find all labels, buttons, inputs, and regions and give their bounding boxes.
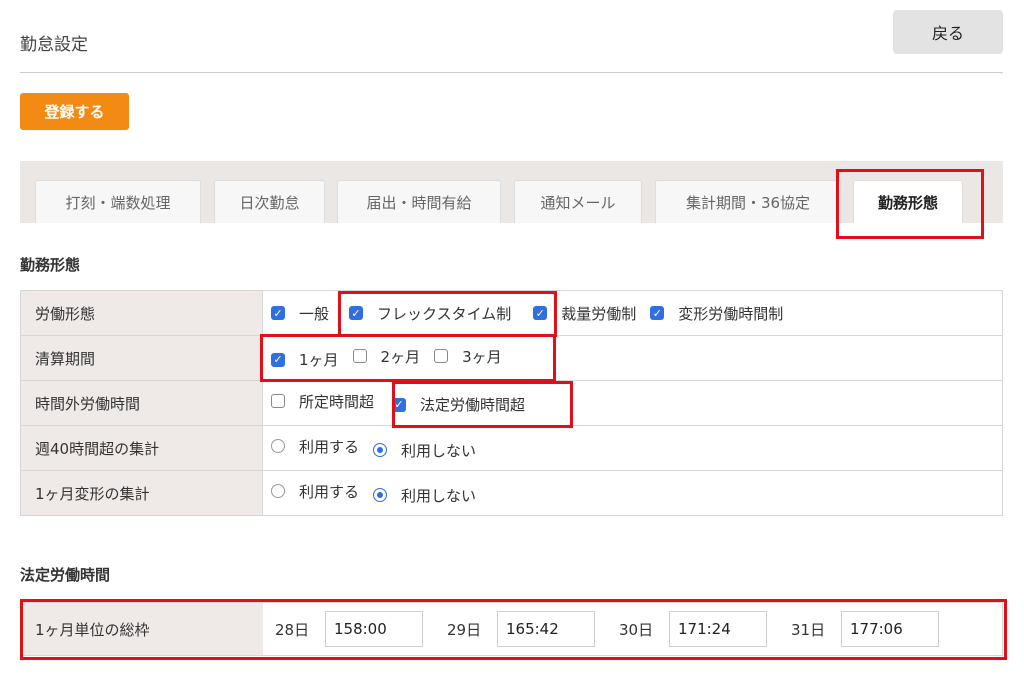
- section-title-work-style: 勤務形態: [20, 256, 81, 274]
- work-style-table: 労働形態 ✓ 一般 ✓ フレックスタイム制 ✓ 裁量労働制 ✓ 変形労働時間制 清算期間 ✓ 1…: [20, 290, 1003, 516]
- day-label: 30日: [619, 620, 654, 639]
- option-general[interactable]: ✓ 一般: [271, 303, 329, 324]
- divider: [20, 72, 1003, 73]
- row-values: 利用する 利用しない: [262, 470, 1003, 516]
- radio-selected-icon[interactable]: [373, 443, 388, 457]
- tab-requests-paid-leave[interactable]: 届出・時間有給: [337, 180, 501, 223]
- option-variable-hours[interactable]: ✓ 変形労働時間制: [650, 303, 783, 324]
- register-button[interactable]: 登録する: [20, 93, 129, 130]
- table-row: 週40時間超の集計 利用する 利用しない: [20, 425, 1003, 471]
- option-flextime[interactable]: ✓ フレックスタイム制: [349, 303, 511, 324]
- legal-hours-row: 1ヶ月単位の総枠 28日 29日 30日 31日: [20, 602, 1003, 656]
- checkbox-checked-icon[interactable]: ✓: [349, 306, 364, 320]
- tab-bar: 打刻・端数処理 日次勤怠 届出・時間有給 通知メール 集計期間・36協定 勤務形…: [20, 161, 1003, 223]
- tab-work-style[interactable]: 勤務形態: [853, 180, 963, 223]
- row-values: 所定時間超 ✓ 法定労働時間超: [262, 380, 1003, 426]
- option-label: 変形労働時間制: [678, 304, 784, 323]
- hours-input-30[interactable]: [669, 611, 767, 647]
- checkbox-checked-icon[interactable]: ✓: [271, 352, 285, 367]
- option-not-use[interactable]: 利用しない: [373, 440, 476, 461]
- checkbox-unchecked-icon[interactable]: [434, 349, 449, 364]
- row-values: ✓ 1ヶ月 2ヶ月 3ヶ月: [262, 335, 1003, 381]
- page-title: 勤怠設定: [20, 35, 88, 55]
- option-label: 利用する: [299, 482, 360, 501]
- option-label: 3ヶ月: [462, 347, 502, 366]
- row-label: 1ヶ月単位の総枠: [21, 603, 263, 655]
- hours-input-29[interactable]: [497, 611, 595, 647]
- hours-input-31[interactable]: [841, 611, 939, 647]
- checkbox-unchecked-icon[interactable]: [352, 349, 367, 364]
- option-label: 利用する: [299, 437, 360, 456]
- option-not-use[interactable]: 利用しない: [373, 485, 476, 506]
- row-values: 28日 29日 30日 31日: [263, 603, 1002, 655]
- row-label: 時間外労働時間: [20, 380, 263, 426]
- tab-punch-rounding[interactable]: 打刻・端数処理: [35, 180, 201, 223]
- day-label: 31日: [791, 620, 826, 639]
- row-values: ✓ 一般 ✓ フレックスタイム制 ✓ 裁量労働制 ✓ 変形労働時間制: [262, 290, 1003, 336]
- option-legal-hours[interactable]: ✓ 法定労働時間超: [392, 394, 525, 415]
- option-label: 法定労働時間超: [420, 396, 526, 415]
- option-label: 1ヶ月: [299, 351, 339, 370]
- checkbox-checked-icon[interactable]: ✓: [650, 306, 665, 320]
- table-row: 労働形態 ✓ 一般 ✓ フレックスタイム制 ✓ 裁量労働制 ✓ 変形労働時間制: [20, 290, 1003, 336]
- tab-daily-attendance[interactable]: 日次勤怠: [214, 180, 325, 223]
- option-use[interactable]: 利用する: [271, 436, 359, 457]
- checkbox-checked-icon[interactable]: ✓: [392, 397, 407, 412]
- radio-unselected-icon[interactable]: [271, 484, 285, 498]
- row-label: 労働形態: [20, 290, 263, 336]
- option-label: 利用しない: [401, 486, 477, 505]
- day-label: 29日: [447, 620, 482, 639]
- row-label: 清算期間: [20, 335, 263, 381]
- option-scheduled-hours[interactable]: 所定時間超: [271, 391, 374, 412]
- option-label: 裁量労働制: [561, 304, 637, 323]
- radio-selected-icon[interactable]: [373, 488, 388, 502]
- row-values: 利用する 利用しない: [262, 425, 1003, 471]
- back-button[interactable]: 戻る: [893, 10, 1003, 54]
- tab-notification-mail[interactable]: 通知メール: [514, 180, 642, 223]
- option-discretionary[interactable]: ✓ 裁量労働制: [533, 303, 636, 324]
- table-row: 1ヶ月変形の集計 利用する 利用しない: [20, 470, 1003, 516]
- row-label: 1ヶ月変形の集計: [20, 470, 263, 516]
- option-label: 利用しない: [401, 441, 477, 460]
- hours-input-28[interactable]: [325, 611, 423, 647]
- option-3-month[interactable]: 3ヶ月: [434, 346, 502, 367]
- tab-aggregation-period[interactable]: 集計期間・36協定: [655, 180, 841, 223]
- day-label: 28日: [275, 620, 310, 639]
- option-2-month[interactable]: 2ヶ月: [352, 346, 421, 367]
- option-1-month[interactable]: ✓ 1ヶ月: [271, 349, 339, 370]
- option-label: 所定時間超: [299, 392, 375, 411]
- radio-unselected-icon[interactable]: [271, 439, 285, 453]
- table-row: 時間外労働時間 所定時間超 ✓ 法定労働時間超: [20, 380, 1003, 426]
- section-title-legal-hours: 法定労働時間: [20, 566, 111, 584]
- option-label: 2ヶ月: [380, 347, 421, 366]
- table-row: 清算期間 ✓ 1ヶ月 2ヶ月 3ヶ月: [20, 335, 1003, 381]
- option-label: 一般: [299, 304, 330, 323]
- checkbox-checked-icon[interactable]: ✓: [533, 306, 548, 320]
- option-label: フレックスタイム制: [377, 304, 512, 323]
- checkbox-checked-icon[interactable]: ✓: [271, 306, 285, 320]
- row-label: 週40時間超の集計: [20, 425, 263, 471]
- checkbox-unchecked-icon[interactable]: [271, 394, 285, 409]
- option-use[interactable]: 利用する: [271, 481, 359, 502]
